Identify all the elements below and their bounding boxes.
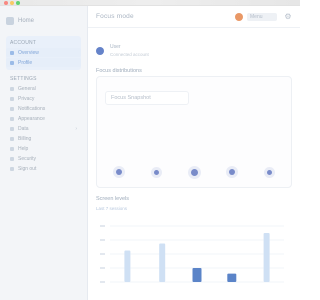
chart-bar[interactable] xyxy=(159,243,166,283)
shield-icon xyxy=(10,96,14,101)
sidebar: Home Account Overview Profile Settings G… xyxy=(0,6,88,300)
chart-bar[interactable] xyxy=(124,250,131,283)
focus-dot[interactable] xyxy=(190,168,198,176)
user-subtitle: Connected account xyxy=(110,52,149,57)
focus-dot[interactable] xyxy=(228,169,235,175)
palette-icon xyxy=(10,116,14,121)
sidebar-item-label: General xyxy=(18,85,36,92)
window-control-icon[interactable] xyxy=(16,1,20,5)
focus-card-body: Focus Snapshot xyxy=(96,76,292,188)
sidebar-item-label: Security xyxy=(18,155,37,162)
sidebar-section-label: Settings xyxy=(10,76,37,82)
sidebar-item-security[interactable]: Security xyxy=(6,154,81,163)
user-icon xyxy=(10,60,14,65)
chart-bar[interactable] xyxy=(263,233,270,282)
app-title[interactable]: Home xyxy=(6,14,81,28)
sidebar-item-data[interactable]: Data › xyxy=(6,124,81,133)
search-input[interactable]: Focus Snapshot xyxy=(105,91,189,105)
user-row[interactable]: User Connected account xyxy=(96,44,149,57)
sidebar-section-label: Account xyxy=(10,40,37,46)
chart-tick-mark xyxy=(100,267,105,269)
sidebar-item-label: Help xyxy=(18,145,29,152)
card-title: Focus distributions xyxy=(96,68,142,74)
app-logo-icon xyxy=(6,17,14,25)
focus-dot[interactable] xyxy=(266,169,272,175)
sidebar-item-label: Overview xyxy=(18,49,39,56)
chart-bar[interactable] xyxy=(192,268,202,282)
app-name: Home xyxy=(18,18,35,24)
user-avatar-icon xyxy=(96,46,104,55)
sidebar-item-label: Profile xyxy=(18,59,33,66)
screen-levels-chart xyxy=(100,225,284,283)
focus-dot[interactable] xyxy=(116,169,122,175)
grid-icon xyxy=(10,50,14,55)
sidebar-item-sign-out[interactable]: Sign out xyxy=(6,164,81,173)
user-name: User xyxy=(110,44,121,50)
window-control-icon[interactable] xyxy=(4,1,8,5)
focus-card: Focus distributions Focus Snapshot xyxy=(96,68,292,188)
focus-dot[interactable] xyxy=(154,169,159,175)
chart-card: Screen levels Last 7 sessions xyxy=(96,196,292,211)
sidebar-item-appearance[interactable]: Appearance xyxy=(6,114,81,123)
chart-tick-mark xyxy=(100,253,105,255)
bell-icon xyxy=(10,106,14,111)
sidebar-item-label: Appearance xyxy=(18,115,45,122)
gear-icon[interactable]: ⚙ xyxy=(283,12,293,22)
sidebar-item-label: Data xyxy=(18,125,29,132)
focus-dot-row xyxy=(97,165,293,179)
sidebar-item-label: Notifications xyxy=(18,105,46,112)
sidebar-item-profile[interactable]: Profile xyxy=(6,58,81,67)
sidebar-item-general[interactable]: General xyxy=(6,84,81,93)
card-icon xyxy=(10,136,14,141)
help-icon xyxy=(10,146,14,151)
home-icon xyxy=(10,86,14,91)
sidebar-item-overview[interactable]: Overview xyxy=(6,48,81,57)
window-control-icon[interactable] xyxy=(10,1,14,5)
chart-tick-mark xyxy=(100,225,105,227)
chevron-right-icon: › xyxy=(75,125,77,132)
lock-icon xyxy=(10,156,14,161)
header: Focus mode Menu ⚙ xyxy=(88,6,300,28)
sidebar-item-privacy[interactable]: Privacy xyxy=(6,94,81,103)
page-title: Focus mode xyxy=(96,13,134,20)
sidebar-item-notifications[interactable]: Notifications xyxy=(6,104,81,113)
chart-subtitle: Last 7 sessions xyxy=(96,206,128,211)
avatar[interactable] xyxy=(235,13,243,21)
main-content: Focus mode Menu ⚙ User Connected account… xyxy=(88,6,300,300)
sidebar-item-label: Billing xyxy=(18,135,32,142)
app-window: Home Account Overview Profile Settings G… xyxy=(0,0,300,300)
sidebar-item-label: Sign out xyxy=(18,165,37,172)
sidebar-item-label: Privacy xyxy=(18,95,35,102)
sidebar-item-billing[interactable]: Billing xyxy=(6,134,81,143)
chart-bar[interactable] xyxy=(227,273,237,282)
sidebar-item-help[interactable]: Help xyxy=(6,144,81,153)
logout-icon xyxy=(10,166,14,171)
database-icon xyxy=(10,126,14,131)
card-title: Screen levels xyxy=(96,196,130,202)
chart-tick-mark xyxy=(100,281,105,283)
sidebar-primary-group: Account Overview Profile xyxy=(6,36,81,70)
chart-tick-mark xyxy=(100,239,105,241)
header-menu-button[interactable]: Menu xyxy=(247,13,277,21)
